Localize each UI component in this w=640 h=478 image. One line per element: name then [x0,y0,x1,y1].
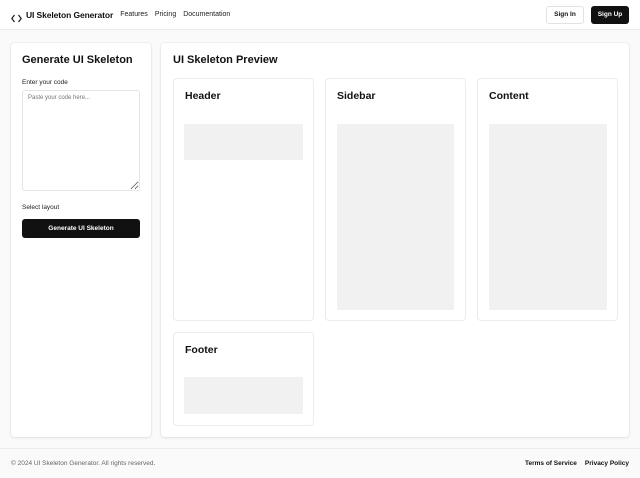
footer-preview-card: Footer [173,332,314,426]
brand-name: UI Skeleton Generator [26,9,114,20]
footer-links: Terms of Service Privacy Policy [525,460,629,467]
nav-pricing[interactable]: Pricing [155,11,176,18]
code-label: Enter your code [22,79,68,86]
generator-panel: Generate UI Skeleton Enter your code Sel… [11,43,151,437]
card-title: Sidebar [337,90,376,102]
brand[interactable]: UI Skeleton Generator [11,9,114,23]
auth-actions: Sign In Sign Up [546,5,629,24]
page-footer: © 2024 UI Skeleton Generator. All rights… [0,448,640,478]
generate-button[interactable]: Generate UI Skeleton [22,219,140,238]
skeleton-block [489,124,607,310]
code-icon [11,10,22,23]
code-input[interactable] [22,90,140,191]
content-preview-card: Content [477,78,618,321]
sign-in-button[interactable]: Sign In [546,5,584,24]
privacy-link[interactable]: Privacy Policy [585,460,629,467]
layout-label: Select layout [22,204,60,211]
top-header: UI Skeleton Generator Features Pricing D… [0,0,640,30]
generator-title: Generate UI Skeleton [22,54,133,66]
skeleton-block [337,124,454,310]
skeleton-block [184,124,303,160]
terms-link[interactable]: Terms of Service [525,460,577,467]
card-title: Header [185,90,221,102]
card-title: Content [489,90,529,102]
nav-features[interactable]: Features [120,11,148,18]
skeleton-block [184,377,303,414]
header-preview-card: Header [173,78,314,321]
copyright-text: © 2024 UI Skeleton Generator. All rights… [11,460,156,467]
preview-panel: UI Skeleton Preview Header Sidebar Conte… [161,43,629,437]
preview-title: UI Skeleton Preview [173,54,278,66]
sign-up-button[interactable]: Sign Up [591,5,629,24]
card-title: Footer [185,344,218,356]
sidebar-preview-card: Sidebar [325,78,466,321]
nav-documentation[interactable]: Documentation [183,11,230,18]
main-nav: Features Pricing Documentation [120,11,230,18]
